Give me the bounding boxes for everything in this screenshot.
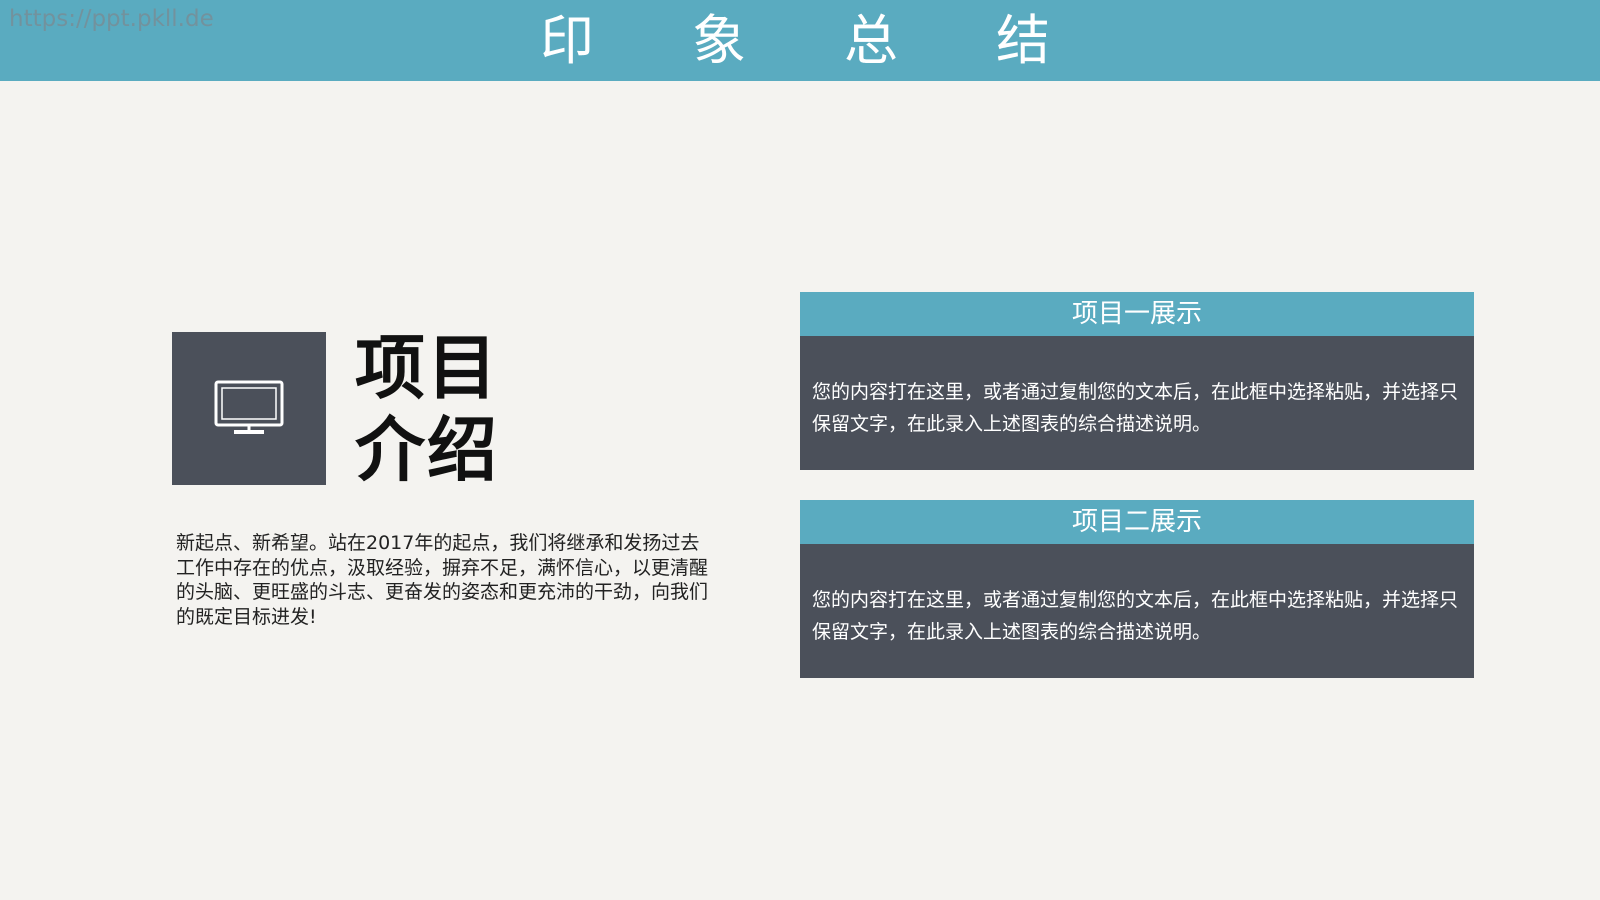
page-title: 印 象 总 结 (540, 8, 1050, 74)
project-card-2: 项目二展示 您的内容打在这里，或者通过复制您的文本后，在此框中选择粘贴，并选择只… (800, 500, 1474, 678)
watermark: https://ppt.pkll.de (9, 6, 214, 32)
title-char: 印 (540, 9, 594, 72)
slide: https://ppt.pkll.de 印 象 总 结 项目 介绍 新起点、新希… (0, 0, 1600, 900)
intro-heading-line1: 项目 (355, 327, 499, 409)
project-card-body: 您的内容打在这里，或者通过复制您的文本后，在此框中选择粘贴，并选择只保留文字，在… (800, 544, 1474, 678)
intro-heading: 项目 介绍 (355, 327, 499, 491)
intro-heading-line2: 介绍 (355, 409, 499, 491)
project-card-body: 您的内容打在这里，或者通过复制您的文本后，在此框中选择粘贴，并选择只保留文字，在… (800, 336, 1474, 470)
monitor-icon-tile (172, 332, 326, 485)
title-char: 总 (844, 9, 898, 72)
project-card-1: 项目一展示 您的内容打在这里，或者通过复制您的文本后，在此框中选择粘贴，并选择只… (800, 292, 1474, 470)
project-card-title: 项目一展示 (800, 292, 1474, 336)
intro-paragraph: 新起点、新希望。站在2017年的起点，我们将继承和发扬过去工作中存在的优点，汲取… (176, 532, 709, 628)
title-char: 结 (996, 9, 1050, 72)
header-bar: https://ppt.pkll.de 印 象 总 结 (0, 0, 1600, 81)
project-card-title: 项目二展示 (800, 500, 1474, 544)
monitor-icon (214, 380, 284, 434)
title-char: 象 (692, 9, 746, 72)
